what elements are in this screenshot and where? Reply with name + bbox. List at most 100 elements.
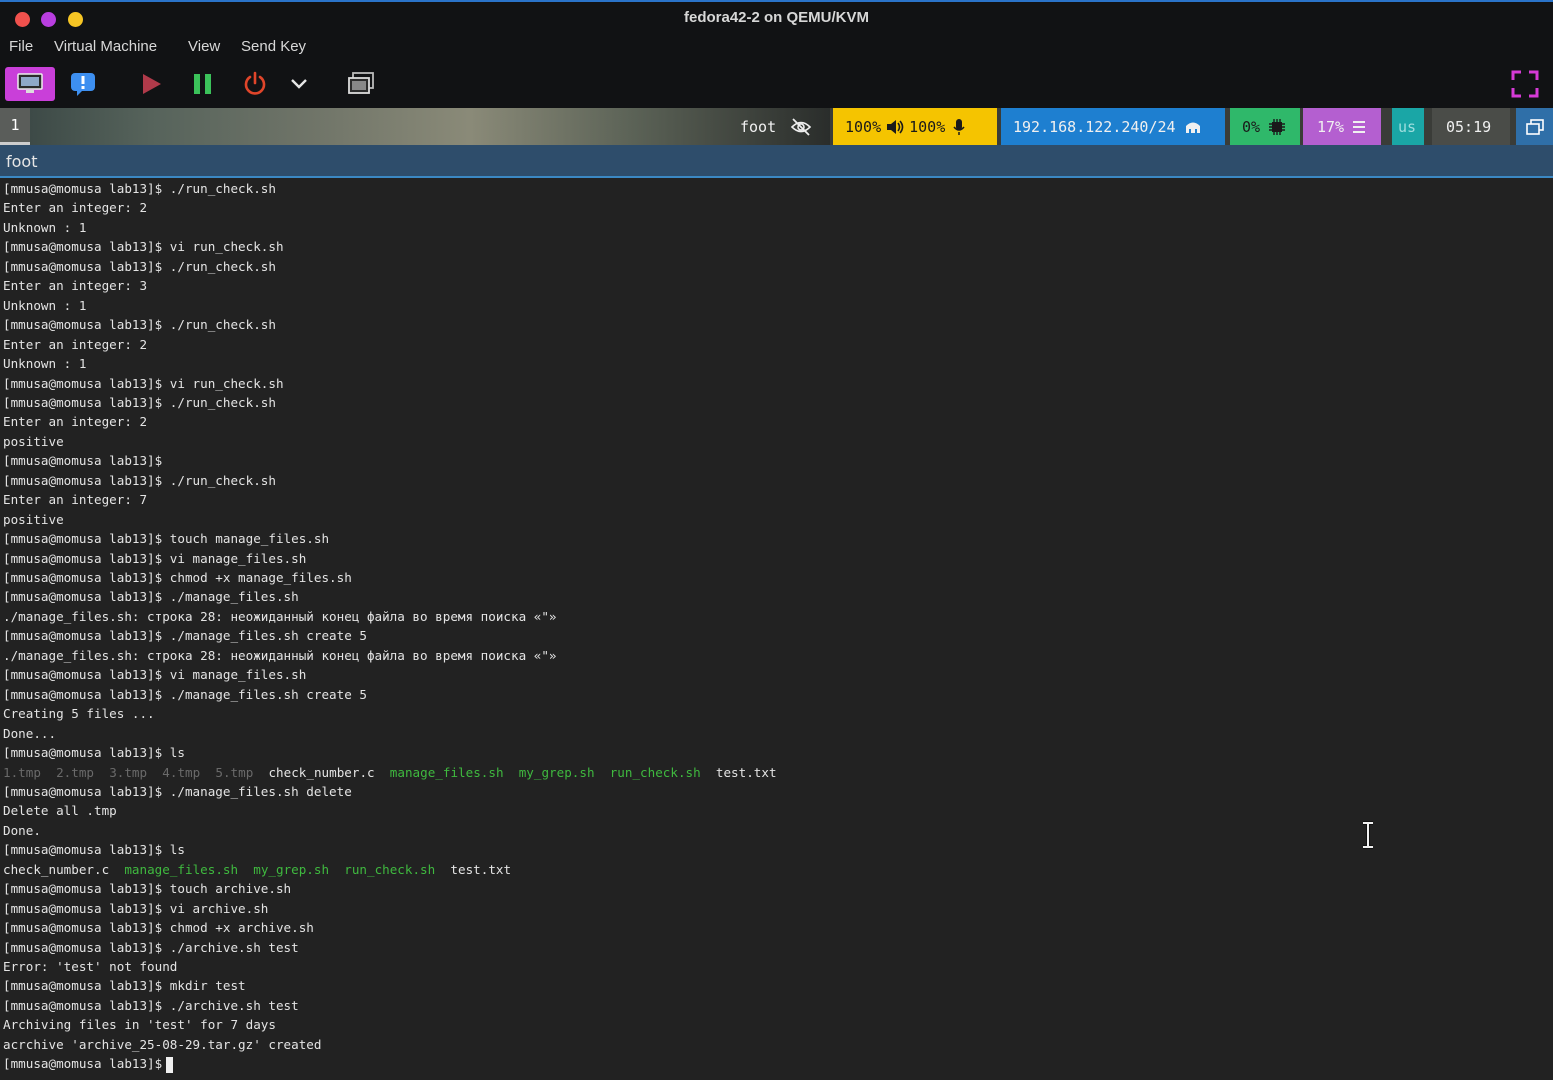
ls-entry: 2.tmp bbox=[56, 764, 95, 780]
ls-entry: run_check.sh bbox=[609, 764, 701, 780]
terminal-line: [mmusa@momusa lab13]$ ./run_check.sh bbox=[3, 394, 276, 410]
power-icon bbox=[244, 71, 266, 95]
ls-entry: check_number.c bbox=[3, 861, 110, 877]
terminal-line: [mmusa@momusa lab13]$ ./archive.sh test bbox=[3, 939, 299, 955]
terminal-line: Enter an integer: 3 bbox=[3, 278, 148, 294]
terminal-line: [mmusa@momusa lab13]$ ./run_check.sh bbox=[3, 258, 276, 274]
terminal-line: Unknown : 1 bbox=[3, 356, 87, 372]
terminal-line: [mmusa@momusa lab13]$ vi manage_files.sh bbox=[3, 550, 307, 566]
fullscreen-button[interactable] bbox=[1508, 67, 1542, 101]
monitor-icon bbox=[17, 73, 43, 93]
active-app: foot bbox=[730, 108, 830, 145]
workspace-button[interactable]: 1 bbox=[0, 108, 30, 145]
terminal-line: ./manage_files.sh: строка 28: неожиданны… bbox=[3, 647, 557, 663]
terminal-line: Archiving files in 'test' for 7 days bbox=[3, 1017, 276, 1033]
terminal-line: Error: 'test' not found bbox=[3, 959, 178, 974]
pause-icon bbox=[194, 74, 211, 94]
ip-address: 192.168.122.240/24 bbox=[1013, 117, 1176, 136]
active-app-label: foot bbox=[740, 117, 777, 136]
ls-entry: check_number.c bbox=[268, 764, 375, 780]
terminal-line: [mmusa@momusa lab13]$ chmod +x archive.s… bbox=[3, 920, 314, 936]
info-icon bbox=[71, 73, 95, 96]
screens-icon bbox=[348, 72, 374, 94]
terminal-line: [mmusa@momusa lab13]$ mkdir test bbox=[3, 978, 246, 994]
menu-bar: File Virtual Machine View Send Key bbox=[0, 34, 1553, 60]
terminal-window-title: foot bbox=[0, 145, 1553, 178]
eye-slash-icon bbox=[790, 117, 812, 136]
window-title: fedora42-2 on QEMU/KVM bbox=[683, 9, 870, 26]
cpu-value: 0% bbox=[1242, 117, 1261, 136]
ls-entry: 4.tmp bbox=[162, 764, 201, 780]
terminal-line: Unknown : 1 bbox=[3, 219, 87, 235]
terminal-line: [mmusa@momusa lab13]$ vi run_check.sh bbox=[3, 375, 284, 391]
terminal-output[interactable]: [mmusa@momusa lab13]$ ./run_check.sh Ente… bbox=[0, 178, 1553, 1080]
terminal-line: Done. bbox=[3, 822, 41, 838]
terminal-line: Unknown : 1 bbox=[3, 297, 87, 313]
keyboard-layout[interactable]: us bbox=[1392, 108, 1424, 145]
ls-entry: my_grep.sh bbox=[253, 861, 330, 877]
memory-module[interactable]: 17% bbox=[1303, 108, 1381, 145]
toolbar bbox=[0, 60, 1553, 108]
terminal-line: [mmusa@momusa lab13]$ ./manage_files.sh bbox=[3, 589, 299, 605]
terminal-line: Creating 5 files ... bbox=[3, 706, 155, 722]
terminal-line: Enter an integer: 2 bbox=[3, 414, 148, 430]
terminal-line: positive bbox=[3, 511, 64, 527]
ls-entry: 3.tmp bbox=[109, 764, 148, 780]
ls-entry: test.txt bbox=[450, 861, 512, 877]
terminal-line: [mmusa@momusa lab13]$ ls bbox=[3, 842, 185, 858]
menu-lines-icon bbox=[1353, 120, 1366, 133]
pause-button[interactable] bbox=[186, 67, 220, 101]
ls-entry: my_grep.sh bbox=[518, 764, 595, 780]
network-module[interactable]: 192.168.122.240/24 bbox=[1001, 108, 1225, 145]
ls-entry: manage_files.sh bbox=[389, 764, 504, 780]
ls-entry: run_check.sh bbox=[344, 861, 436, 877]
ls-entry: 1.tmp bbox=[3, 764, 41, 780]
terminal-line: [mmusa@momusa lab13]$ touch manage_files… bbox=[3, 531, 330, 547]
terminal-line: Enter an integer: 2 bbox=[3, 336, 148, 352]
shutdown-menu-button[interactable] bbox=[284, 67, 314, 101]
menu-virtual-machine[interactable]: Virtual Machine bbox=[54, 38, 157, 55]
fullscreen-icon bbox=[1511, 70, 1539, 98]
console-view-button[interactable] bbox=[5, 67, 55, 101]
terminal-line: Enter an integer: 2 bbox=[3, 200, 148, 216]
terminal-line: positive bbox=[3, 433, 64, 449]
terminal-line: [mmusa@momusa lab13]$ ./run_check.sh bbox=[3, 317, 276, 333]
window-titlebar: fedora42-2 on QEMU/KVM bbox=[0, 0, 1553, 34]
terminal-line: [mmusa@momusa lab13]$ ./manage_files.sh … bbox=[3, 686, 367, 702]
clock[interactable]: 05:19 bbox=[1432, 108, 1510, 145]
speaker-icon bbox=[887, 119, 904, 134]
menu-send-key[interactable]: Send Key bbox=[241, 38, 306, 55]
microphone-icon bbox=[953, 118, 965, 135]
snapshots-button[interactable] bbox=[344, 67, 378, 101]
terminal-line: [mmusa@momusa lab13]$ ./run_check.sh bbox=[3, 472, 276, 488]
terminal-line: [mmusa@momusa lab13]$ ./manage_files.sh … bbox=[3, 628, 367, 644]
run-button[interactable] bbox=[134, 67, 168, 101]
audio-module[interactable]: 100% 100% bbox=[833, 108, 997, 145]
shutdown-button[interactable] bbox=[238, 67, 272, 101]
windows-icon bbox=[1525, 118, 1544, 135]
mem-value: 17% bbox=[1317, 117, 1345, 136]
terminal-line: [mmusa@momusa lab13]$ touch archive.sh bbox=[3, 881, 292, 897]
terminal-line: acrchive 'archive_25-08-29.tar.gz' creat… bbox=[3, 1036, 322, 1052]
terminal-line: [mmusa@momusa lab13]$ ./manage_files.sh … bbox=[3, 783, 352, 799]
mic-value: 100% bbox=[909, 117, 946, 136]
terminal-line: [mmusa@momusa lab13]$ vi run_check.sh bbox=[3, 239, 284, 255]
menu-file[interactable]: File bbox=[9, 38, 33, 55]
menu-view[interactable]: View bbox=[188, 38, 220, 55]
terminal-line: [mmusa@momusa lab13]$ vi archive.sh bbox=[3, 900, 269, 916]
terminal-line: [mmusa@momusa lab13]$ bbox=[3, 453, 163, 469]
terminal-line: 1.tmp 2.tmp 3.tmp 4.tmp 5.tmp check_numb… bbox=[3, 763, 777, 782]
guest-status-bar: 1 foot 100% 100% 192.168.122.240/24 0% 1… bbox=[0, 108, 1553, 145]
terminal-cursor bbox=[166, 1056, 174, 1073]
play-icon bbox=[143, 74, 161, 94]
cpu-module[interactable]: 0% bbox=[1230, 108, 1300, 145]
terminal-line: [mmusa@momusa lab13]$ ./archive.sh test bbox=[3, 997, 299, 1013]
terminal-line: [mmusa@momusa lab13]$ bbox=[3, 1054, 174, 1073]
wallpaper-strip bbox=[30, 108, 830, 145]
details-view-button[interactable] bbox=[66, 67, 100, 101]
terminal-line: Delete all .tmp bbox=[3, 803, 117, 819]
windows-button[interactable] bbox=[1516, 108, 1553, 145]
terminal-line: Done... bbox=[3, 725, 57, 741]
terminal-line: ./manage_files.sh: строка 28: неожиданны… bbox=[3, 608, 557, 624]
terminal-line: [mmusa@momusa lab13]$ chmod +x manage_fi… bbox=[3, 570, 352, 585]
